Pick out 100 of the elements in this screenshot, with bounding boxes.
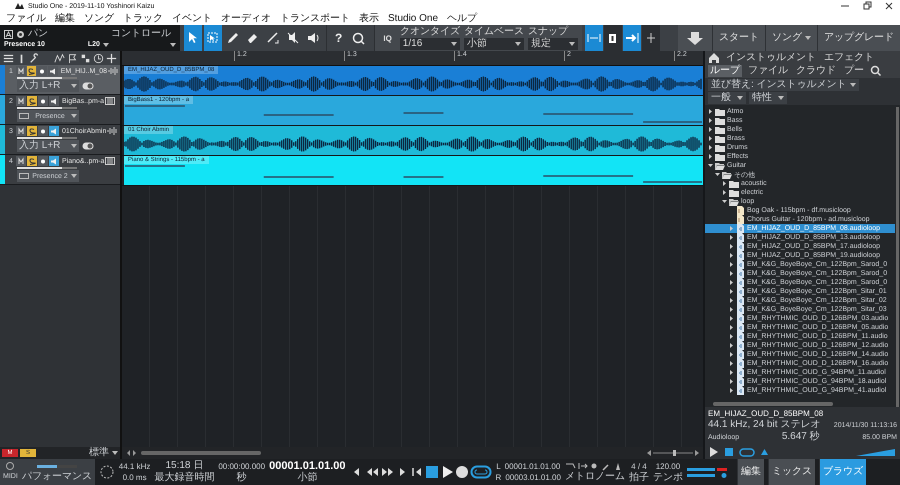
snap-button[interactable] [622,25,641,51]
menu-item[interactable]: 編集 [55,12,75,24]
iq-button[interactable]: IQ [379,34,396,42]
browser-tab[interactable]: プー [842,65,866,77]
rewind-icon[interactable] [364,465,379,479]
mute-button[interactable] [16,96,26,106]
speaker-icon [50,126,58,136]
page-tab[interactable]: 編集 [736,459,764,485]
record-button[interactable] [37,66,47,76]
menu-item[interactable]: ソング [84,12,114,24]
menu-item[interactable]: 表示 [359,12,379,24]
document-icon [736,224,745,233]
record-dot-icon [39,126,47,136]
time-display: 00:00:00.000 [218,460,266,472]
document-icon [736,287,745,296]
plus-icon[interactable] [106,52,117,64]
action-button[interactable]: スタート [712,25,765,51]
record-icon[interactable] [454,465,469,479]
snap-button[interactable] [642,25,660,51]
clock-icon[interactable] [93,52,104,64]
horizontal-scrollbar[interactable] [141,451,261,455]
browser-tab[interactable]: インストゥルメント [724,52,818,64]
browser-tab[interactable]: クラウド [794,65,838,77]
record-button[interactable] [38,96,48,106]
caret-icon[interactable] [170,42,176,48]
menu-item[interactable]: Studio One [388,12,438,24]
search-icon[interactable] [350,30,366,46]
knob-icon [16,30,25,38]
menu-item[interactable]: ヘルプ [447,12,478,24]
caret-icon [850,82,856,88]
view-dropdown[interactable]: 標準 [89,447,118,459]
zoom-slider-icon[interactable] [647,449,699,457]
solo-button[interactable] [27,156,37,166]
snap-button[interactable] [584,25,603,51]
mute-button[interactable] [16,156,26,166]
automation-icon[interactable] [54,52,65,64]
play-icon[interactable] [708,446,719,458]
input-dropdown[interactable]: 入力 L+R [17,80,79,92]
toggle-icon[interactable] [82,81,94,91]
menu-item[interactable]: オーディオ [221,12,271,24]
time-signature[interactable]: 4 / 4 [631,460,647,472]
input-dropdown[interactable]: 入力 L+R [17,140,79,152]
stop-icon[interactable] [724,446,734,458]
caret-icon [102,42,109,48]
action-button[interactable]: ソング [765,25,817,51]
help-button[interactable]: ? [335,31,342,45]
channel-label: パン [28,28,48,40]
home-icon[interactable] [708,52,720,64]
restore-icon[interactable] [862,1,872,11]
download-icon[interactable] [686,30,704,46]
record-dot-icon [39,156,47,166]
locator-time[interactable]: 00003.01.01.00 [505,472,561,483]
loop-icon[interactable] [470,465,492,479]
browser-tab[interactable]: ループ [708,65,742,77]
close-icon[interactable] [884,1,894,11]
mute-button[interactable] [16,126,26,136]
toggle-icon[interactable] [82,141,94,151]
menu-item[interactable]: イベント [172,12,212,24]
solo-button[interactable] [26,66,36,76]
menu-icon[interactable] [3,52,14,64]
menu-item[interactable]: トラック [123,12,163,24]
tempo-value[interactable]: 120.00 [656,460,680,472]
document-icon [736,341,745,350]
search-icon[interactable] [870,65,882,77]
flag-icon[interactable] [67,52,78,64]
skip-end-icon[interactable] [410,465,424,479]
snap-button[interactable] [604,25,622,51]
document-icon [736,332,745,341]
stop-icon[interactable] [424,465,439,479]
monitor-button[interactable] [48,66,58,76]
column-dropdown[interactable]: 特性 [749,92,787,104]
signature-label: 拍子 [628,472,649,484]
dropdown[interactable]: 規定 [528,38,578,50]
monitor-button[interactable] [49,96,59,106]
letter-m-icon [16,66,25,76]
horizontal-scrollbar[interactable] [713,402,833,406]
position-unit: 小節 [297,472,318,484]
solo-button[interactable] [27,96,37,106]
locator-time[interactable]: 00001.01.01.00 [504,461,560,472]
record-button[interactable] [38,126,48,136]
menu-item[interactable]: トランスポート [280,12,350,24]
document-icon [736,323,745,332]
loop-icon[interactable] [739,446,755,458]
locator-letter: R [496,472,502,483]
time-unit: 秒 [236,472,247,484]
sort-dropdown[interactable]: 並び替え: インストゥルメント [708,79,859,91]
mute-button[interactable] [16,66,26,76]
browser-tab[interactable]: エフェクト [822,52,876,64]
page-tab[interactable]: ミックス [768,459,815,485]
tempo-label: テンポ [652,472,683,484]
caret-icon [450,41,457,47]
solo-button[interactable] [27,126,37,136]
action-button[interactable]: アップグレード [817,25,900,51]
record-button[interactable] [38,156,48,166]
scroll-arrows-icon[interactable] [126,449,137,457]
browser-tab[interactable]: ファイル [746,65,790,77]
dropdown[interactable]: 1/16 [400,38,460,50]
column-dropdown[interactable]: 一般 [708,92,746,104]
menu-item[interactable]: ファイル [6,12,46,24]
dropdown[interactable]: 小節 [464,38,524,50]
